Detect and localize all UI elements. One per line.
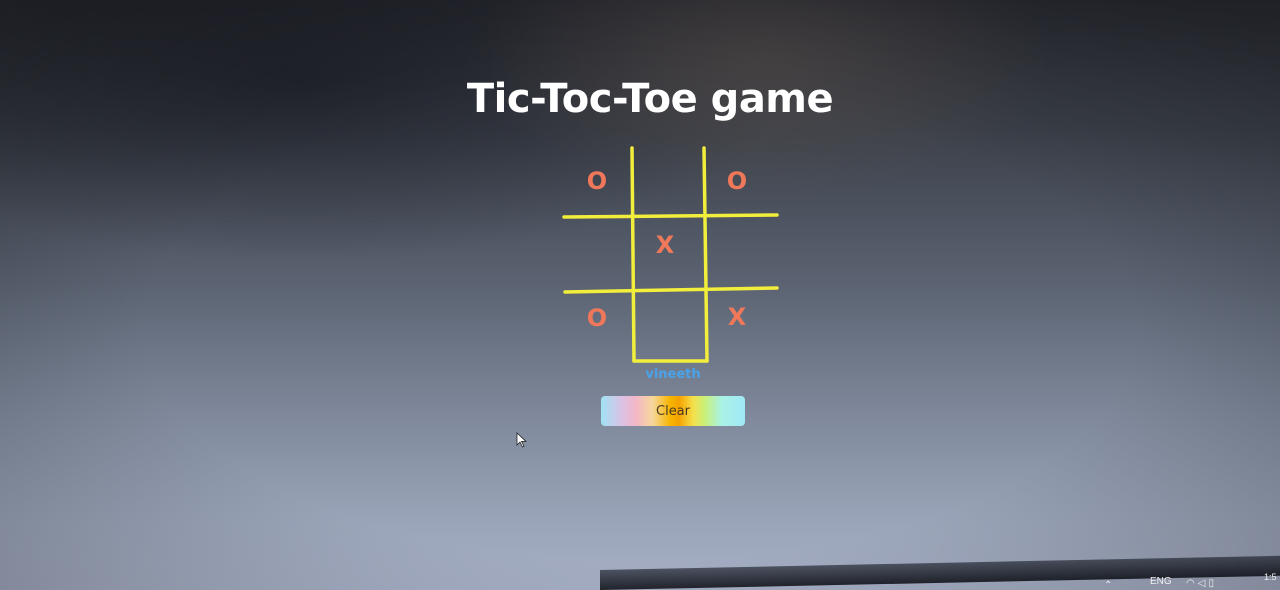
volume-icon[interactable]: ◁ (1198, 578, 1209, 589)
clear-button[interactable]: Clear (601, 396, 745, 426)
battery-icon[interactable]: ▯ (1208, 578, 1217, 589)
board-cell-6[interactable]: O (562, 283, 632, 353)
page-title: Tic-Toc-Toe game (466, 76, 834, 122)
tic-tac-toe-board: O O X O X (562, 146, 782, 368)
board-cell-0[interactable]: O (562, 146, 632, 216)
board-cell-1[interactable] (634, 146, 704, 216)
system-tray-icons[interactable]: ◠◁▯ (1186, 578, 1217, 589)
clock-time[interactable]: 1:5 (1264, 572, 1277, 582)
mouse-pointer-icon (516, 432, 528, 448)
player-name: vineeth (645, 367, 701, 382)
board-cell-3[interactable] (562, 218, 632, 288)
windows-taskbar (600, 555, 1280, 590)
wifi-icon[interactable]: ◠ (1186, 578, 1198, 589)
board-cell-8[interactable]: X (702, 282, 772, 352)
board-cell-4[interactable]: X (630, 210, 700, 280)
language-indicator[interactable]: ENG (1150, 576, 1172, 587)
board-cell-7[interactable] (634, 291, 704, 361)
board-cell-2[interactable]: O (702, 146, 772, 216)
board-cell-5[interactable] (702, 218, 772, 288)
show-hidden-icons-icon[interactable]: ⌃ (1104, 580, 1112, 590)
